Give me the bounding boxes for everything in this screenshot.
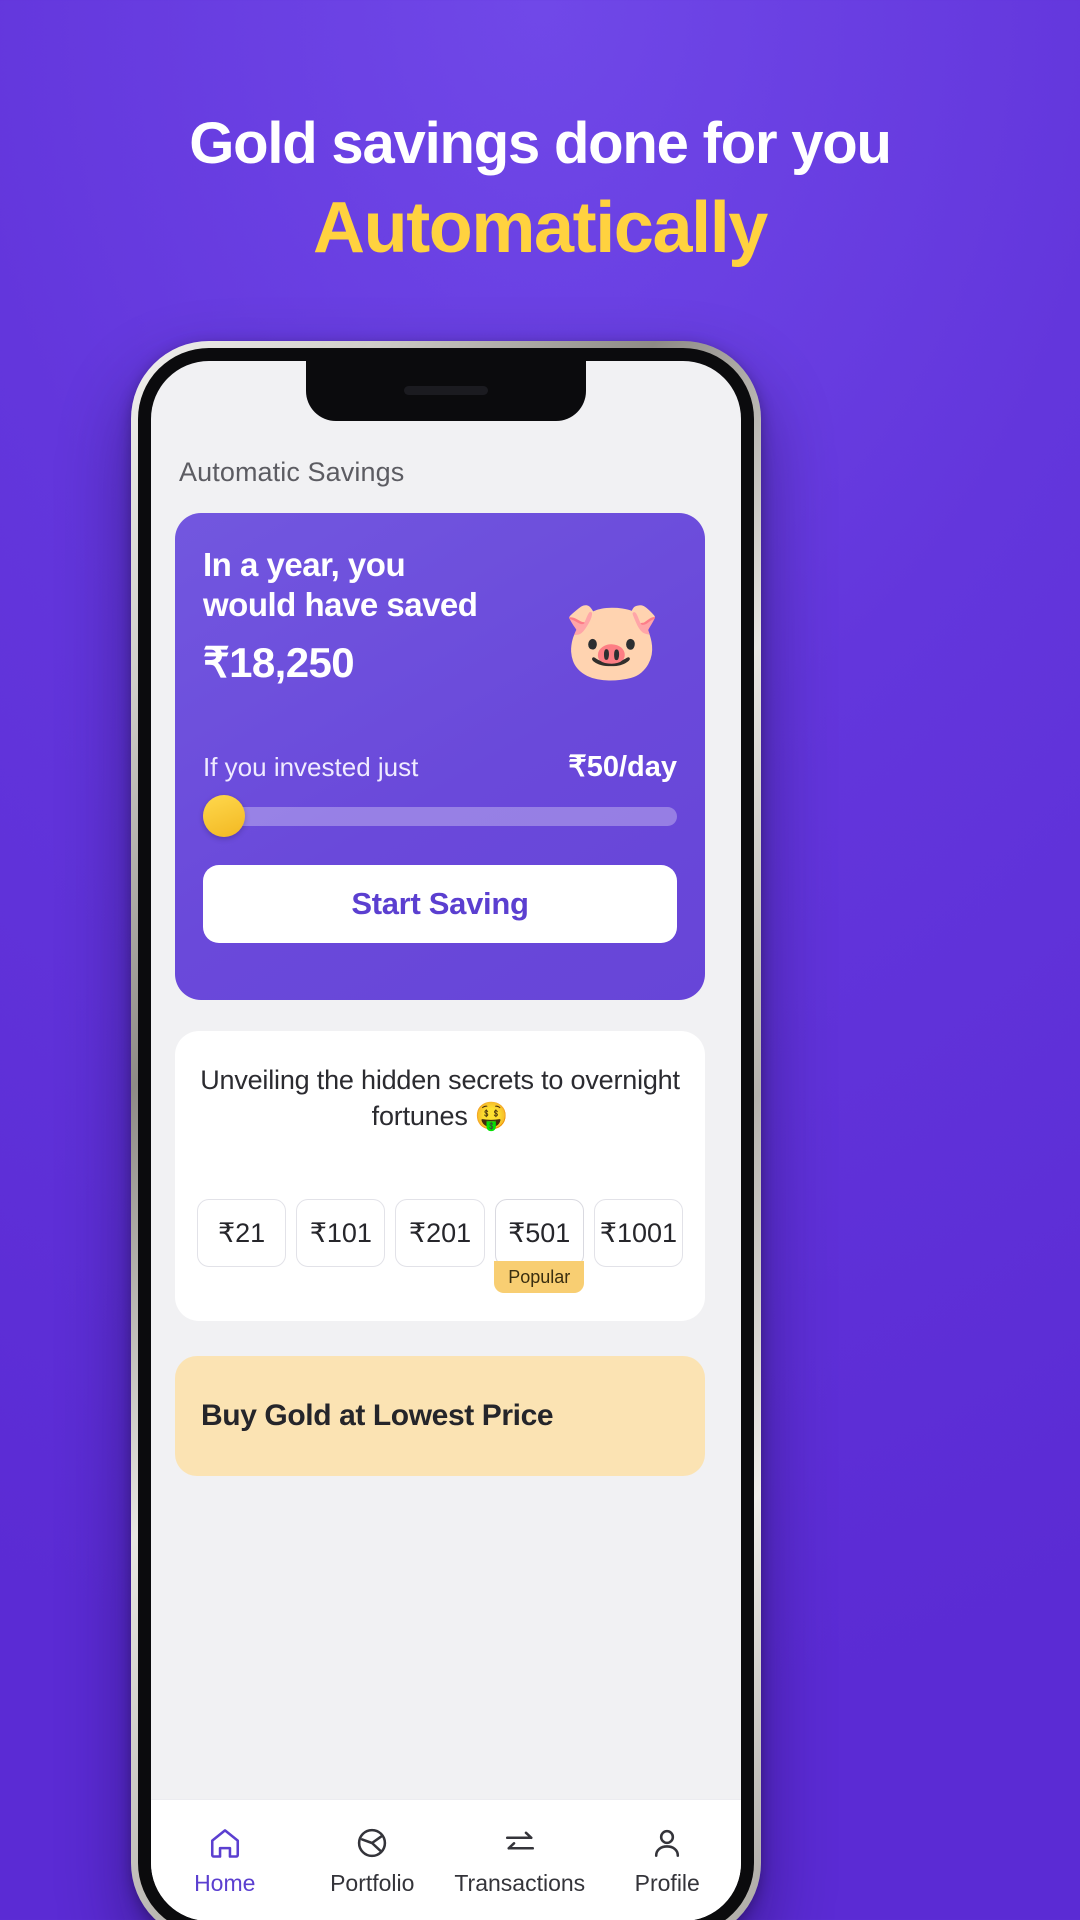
nav-label-home: Home xyxy=(194,1869,256,1896)
nav-label-profile: Profile xyxy=(634,1869,700,1896)
promo-title: Unveiling the hidden secrets to overnigh… xyxy=(200,1065,680,1131)
amount-chip[interactable]: ₹1001 xyxy=(593,1199,684,1267)
amount-chip-label: ₹21 xyxy=(217,1217,266,1248)
nav-item-home[interactable]: Home xyxy=(151,1825,299,1897)
invest-row: If you invested just ₹50/day xyxy=(203,749,677,784)
page-title: Automatic Savings xyxy=(179,457,405,487)
nav-item-portfolio[interactable]: Portfolio xyxy=(299,1825,447,1897)
hero-headline: Gold savings done for you Automatically xyxy=(0,111,1080,270)
amount-chip[interactable]: ₹101 xyxy=(296,1199,386,1267)
start-saving-button[interactable]: Start Saving xyxy=(203,865,677,943)
buy-gold-banner[interactable]: Buy Gold at Lowest Price xyxy=(175,1356,705,1476)
bottom-navigation-bar: Home Portfolio Transactions Profile xyxy=(151,1799,741,1920)
nav-label-transactions: Transactions xyxy=(454,1869,586,1896)
user-icon xyxy=(649,1825,685,1861)
phone-frame: Automatic Savings In a year, you would h… xyxy=(131,341,761,1920)
buy-gold-banner-title: Buy Gold at Lowest Price xyxy=(201,1399,554,1432)
home-icon xyxy=(207,1825,243,1861)
phone-bezel: Automatic Savings In a year, you would h… xyxy=(138,348,754,1920)
nav-label-portfolio: Portfolio xyxy=(330,1869,415,1896)
transfer-arrows-icon xyxy=(502,1825,538,1861)
piggy-bank-icon: 🐷 xyxy=(563,596,661,684)
phone-notch xyxy=(306,361,586,421)
earpiece-speaker-icon xyxy=(404,386,488,395)
slider-track[interactable] xyxy=(203,807,677,826)
phone-screen: Automatic Savings In a year, you would h… xyxy=(151,361,741,1920)
automatic-savings-card: In a year, you would have saved ₹18,250 … xyxy=(175,513,705,1000)
hero-line-2: Automatically xyxy=(313,187,768,268)
amount-chip[interactable]: ₹201 xyxy=(395,1199,485,1267)
amount-chip-list: ₹21 ₹101 ₹201 ₹501 Popular ₹1001 xyxy=(197,1199,684,1293)
phone-mockup: Automatic Savings In a year, you would h… xyxy=(131,341,761,1920)
nav-item-transactions[interactable]: Transactions xyxy=(446,1825,594,1897)
amount-chip-label: ₹501 xyxy=(508,1217,571,1248)
amount-chip-label: ₹1001 xyxy=(599,1217,678,1248)
amount-chip-label: ₹101 xyxy=(309,1217,372,1248)
promo-card: Unveiling the hidden secrets to overnigh… xyxy=(175,1031,705,1321)
amount-chip[interactable]: ₹21 xyxy=(197,1199,287,1267)
app-screen-content: Automatic Savings In a year, you would h… xyxy=(151,361,741,1920)
amount-chip-popular[interactable]: ₹501 Popular xyxy=(494,1199,585,1293)
investment-amount-slider[interactable] xyxy=(203,795,677,837)
invest-label: If you invested just xyxy=(203,752,419,782)
invest-amount-value: ₹50/day xyxy=(568,751,677,783)
pie-chart-icon xyxy=(354,1825,390,1861)
savings-headline: In a year, you would have saved xyxy=(203,546,478,624)
nav-item-profile[interactable]: Profile xyxy=(594,1825,742,1897)
amount-chip-label: ₹201 xyxy=(408,1217,472,1248)
slider-thumb[interactable] xyxy=(203,795,245,837)
popular-badge: Popular xyxy=(494,1261,585,1293)
hero-line-1: Gold savings done for you xyxy=(189,111,892,176)
